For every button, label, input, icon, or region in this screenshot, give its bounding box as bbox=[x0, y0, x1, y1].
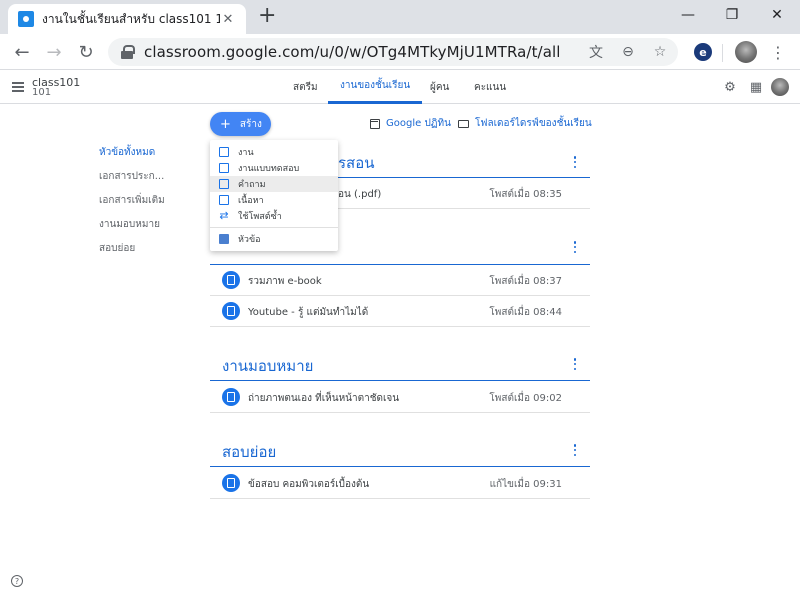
classroom-header: class101 101 สตรีม งานของชั้นเรียน ผู้คน… bbox=[0, 70, 800, 104]
list-item[interactable]: ข้อสอบ คอมพิวเตอร์เบื้องต้น แก้ไขเมื่อ 0… bbox=[210, 468, 590, 499]
topic-nav-teaching-docs[interactable]: เอกสารประก... bbox=[99, 169, 164, 184]
minimize-button[interactable]: — bbox=[668, 2, 708, 28]
assignment-icon bbox=[222, 474, 240, 492]
url-text[interactable]: classroom.google.com/u/0/w/OTg4MTkyMjU1M… bbox=[144, 43, 561, 61]
folder-icon bbox=[458, 119, 469, 128]
item-title: ข้อสอบ คอมพิวเตอร์เบื้องต้น bbox=[248, 479, 370, 490]
browser-toolbar: ← → ↻ classroom.google.com/u/0/w/OTg4MTk… bbox=[0, 34, 800, 70]
calendar-icon bbox=[370, 118, 380, 129]
menu-item-label: ใช้โพสต์ซ้ำ bbox=[238, 212, 282, 222]
item-time: โพสต์เมื่อ 08:37 bbox=[489, 276, 562, 287]
classroom-favicon-icon bbox=[18, 11, 34, 27]
section-more-icon[interactable] bbox=[573, 358, 577, 370]
section-more-icon[interactable] bbox=[573, 241, 577, 253]
assignment-icon bbox=[219, 147, 229, 157]
menu-item-question[interactable]: คำถาม bbox=[210, 176, 338, 192]
section-divider bbox=[210, 466, 590, 467]
menu-item-label: คำถาม bbox=[238, 180, 266, 190]
help-icon[interactable]: ? bbox=[11, 575, 23, 587]
section-title-teaching-docs: รสอน bbox=[338, 154, 375, 172]
section-title-quizzes: สอบย่อย bbox=[222, 443, 277, 461]
window-close-button[interactable]: ✕ bbox=[757, 2, 797, 28]
section-more-icon[interactable] bbox=[573, 444, 577, 456]
item-title: อน (.pdf) bbox=[338, 189, 382, 200]
zoom-icon[interactable]: ⊖ bbox=[618, 42, 638, 62]
material-icon bbox=[222, 302, 240, 320]
tab-people[interactable]: ผู้คน bbox=[430, 70, 449, 104]
topic-nav-extra-docs[interactable]: เอกสารเพิ่มเติม bbox=[99, 193, 165, 208]
menu-item-topic[interactable]: หัวข้อ bbox=[210, 231, 338, 247]
item-title: ถ่ายภาพตนเอง ที่เห็นหน้าตาชัดเจน bbox=[248, 393, 400, 404]
plus-icon: + bbox=[220, 116, 231, 132]
bookmark-star-icon[interactable]: ☆ bbox=[650, 42, 670, 62]
new-tab-button[interactable]: + bbox=[258, 4, 276, 28]
item-time: โพสต์เมื่อ 09:02 bbox=[489, 393, 562, 404]
account-avatar[interactable] bbox=[771, 78, 789, 96]
toolbar-divider bbox=[722, 44, 723, 62]
item-time: โพสต์เมื่อ 08:44 bbox=[489, 307, 562, 318]
apps-grid-icon[interactable]: ▦ bbox=[748, 79, 764, 95]
item-title: Youtube - รู้ แต่มันทำไมได้ bbox=[248, 307, 369, 318]
menu-divider bbox=[210, 227, 338, 228]
item-title: รวมภาพ e-book bbox=[248, 276, 322, 287]
section-more-icon[interactable] bbox=[573, 156, 577, 168]
list-item[interactable]: Youtube - รู้ แต่มันทำไมได้ โพสต์เมื่อ 0… bbox=[210, 296, 590, 327]
create-button-label: สร้าง bbox=[239, 118, 262, 130]
browser-menu-icon[interactable]: ⋮ bbox=[766, 40, 790, 64]
translate-icon[interactable]: 文 bbox=[586, 42, 606, 62]
topic-nav-all[interactable]: หัวข้อทั้งหมด bbox=[99, 145, 155, 160]
maximize-button[interactable]: ❐ bbox=[712, 2, 752, 28]
reuse-icon: ⇄ bbox=[219, 209, 229, 222]
topic-nav-quizzes[interactable]: สอบย่อย bbox=[99, 241, 135, 256]
item-time: โพสต์เมื่อ 08:35 bbox=[489, 189, 562, 200]
browser-profile-avatar[interactable] bbox=[735, 41, 757, 63]
menu-item-assignment[interactable]: งาน bbox=[210, 144, 338, 160]
menu-item-reuse-post[interactable]: ⇄ ใช้โพสต์ซ้ำ bbox=[210, 208, 338, 224]
tab-stream[interactable]: สตรีม bbox=[293, 70, 318, 104]
lock-icon[interactable] bbox=[120, 45, 135, 59]
tab-title: งานในชั้นเรียนสำหรับ class101 101 bbox=[42, 11, 220, 26]
class-drive-folder-link[interactable]: โฟลเดอร์ไดรฟ์ของชั้นเรียน bbox=[458, 116, 592, 131]
topic-nav-assignments[interactable]: งานมอบหมาย bbox=[99, 217, 160, 232]
menu-item-quiz-assignment[interactable]: งานแบบทดสอบ bbox=[210, 160, 338, 176]
section-title-assignments: งานมอบหมาย bbox=[222, 357, 314, 375]
class-drive-folder-label: โฟลเดอร์ไดรฟ์ของชั้นเรียน bbox=[475, 118, 592, 129]
menu-item-material[interactable]: เนื้อหา bbox=[210, 192, 338, 208]
tab-grades[interactable]: คะแนน bbox=[474, 70, 506, 104]
question-icon bbox=[219, 179, 229, 189]
list-item[interactable]: ถ่ายภาพตนเอง ที่เห็นหน้าตาชัดเจน โพสต์เม… bbox=[210, 382, 590, 413]
settings-gear-icon[interactable]: ⚙ bbox=[722, 79, 738, 95]
tab-classwork[interactable]: งานของชั้นเรียน bbox=[328, 70, 423, 104]
menu-item-label: งาน bbox=[238, 148, 254, 158]
back-icon[interactable]: ← bbox=[10, 40, 34, 64]
item-time: แก้ไขเมื่อ 09:31 bbox=[489, 479, 562, 490]
quiz-assignment-icon bbox=[219, 163, 229, 173]
browser-tab[interactable]: งานในชั้นเรียนสำหรับ class101 101 ✕ bbox=[8, 4, 246, 34]
assignment-icon bbox=[222, 388, 240, 406]
forward-icon[interactable]: → bbox=[42, 40, 66, 64]
browser-tabstrip: งานในชั้นเรียนสำหรับ class101 101 ✕ + — … bbox=[0, 0, 800, 34]
create-menu: งาน งานแบบทดสอบ คำถาม เนื้อหา ⇄ ใช้โพสต์… bbox=[210, 140, 338, 251]
reload-icon[interactable]: ↻ bbox=[74, 40, 98, 64]
create-button[interactable]: + สร้าง bbox=[210, 112, 271, 136]
material-icon bbox=[219, 195, 229, 205]
menu-item-label: งานแบบทดสอบ bbox=[238, 164, 300, 174]
google-calendar-link[interactable]: Google ปฏิทิน bbox=[370, 116, 451, 131]
main-menu-icon[interactable] bbox=[12, 82, 24, 92]
tab-close-icon[interactable]: ✕ bbox=[220, 12, 236, 27]
menu-item-label: หัวข้อ bbox=[238, 235, 261, 245]
address-bar[interactable]: classroom.google.com/u/0/w/OTg4MTkyMjU1M… bbox=[108, 38, 678, 66]
extension-icon[interactable]: e bbox=[694, 43, 712, 61]
section-divider bbox=[210, 380, 590, 381]
menu-item-label: เนื้อหา bbox=[238, 196, 264, 206]
material-icon bbox=[222, 271, 240, 289]
list-item[interactable]: รวมภาพ e-book โพสต์เมื่อ 08:37 bbox=[210, 265, 590, 296]
class-section: 101 bbox=[32, 87, 52, 98]
google-calendar-label: Google ปฏิทิน bbox=[386, 118, 451, 129]
topic-icon bbox=[219, 234, 229, 244]
